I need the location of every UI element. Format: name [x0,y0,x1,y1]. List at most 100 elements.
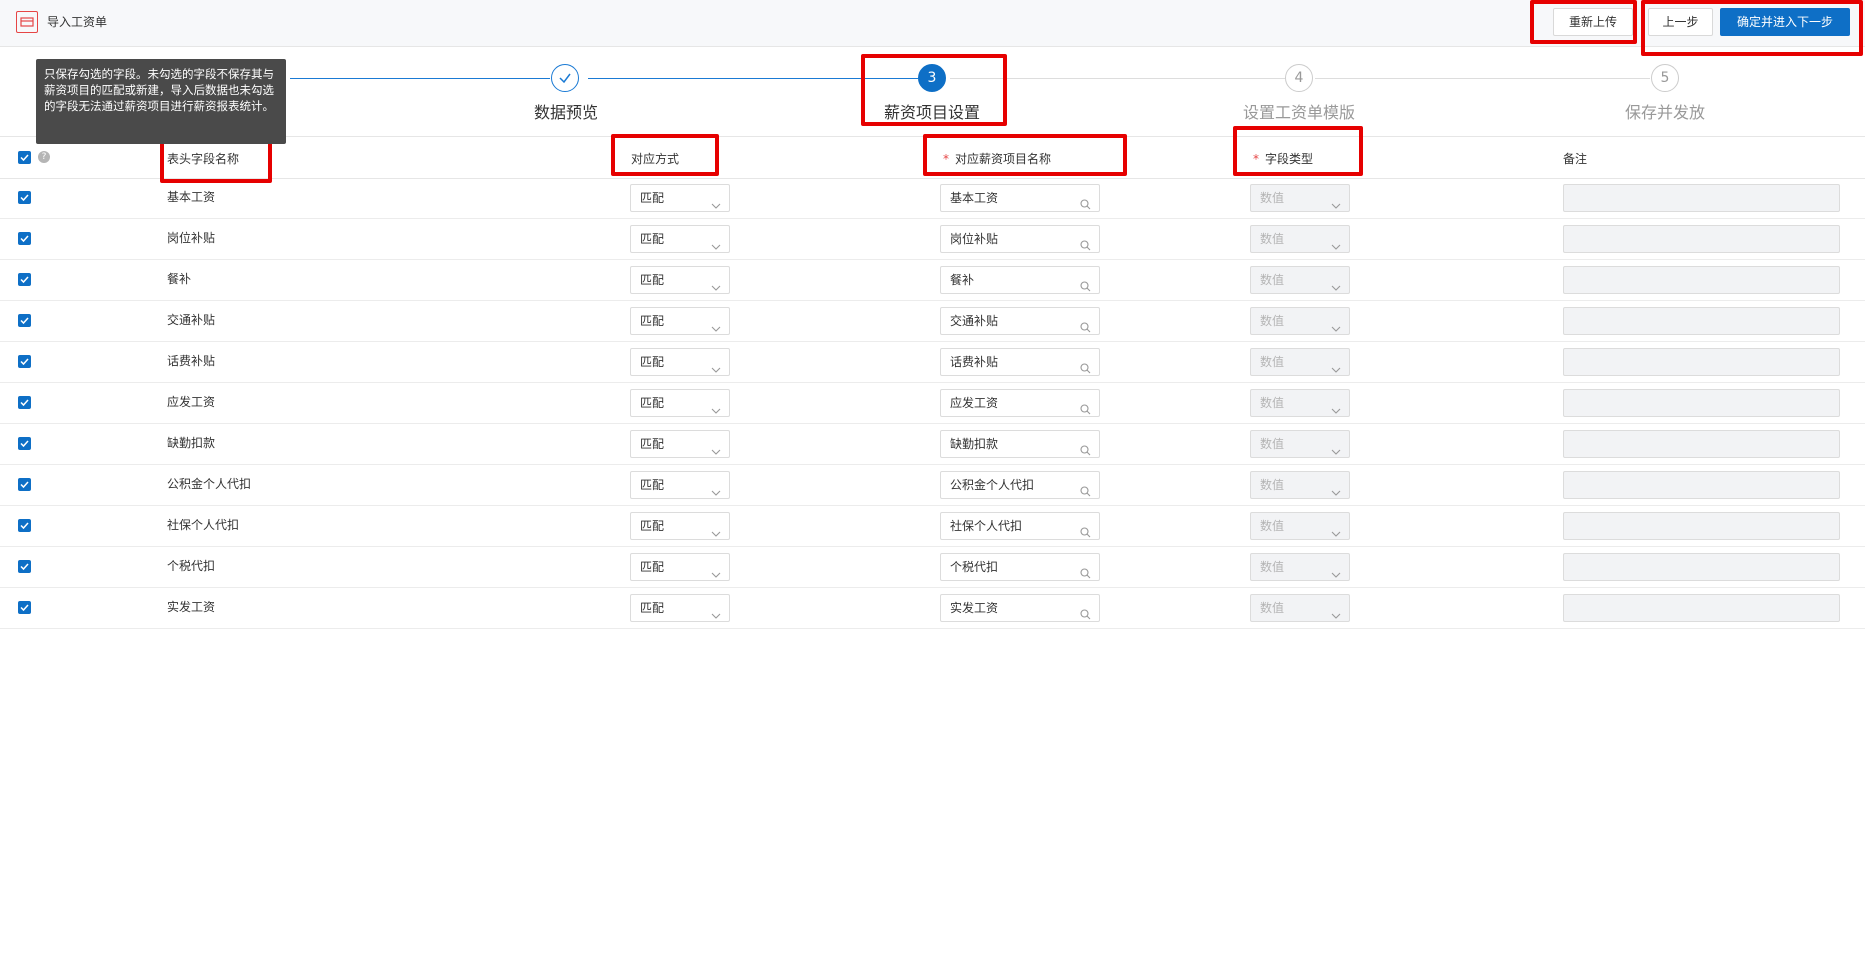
mapping-select-value: 匹配 [640,191,665,205]
salary-item-search-input[interactable]: 基本工资 [940,184,1100,212]
mapping-select[interactable]: 匹配 [630,512,730,540]
remark-input[interactable] [1563,266,1840,294]
chevron-down-icon [1331,481,1341,507]
field-type-select: 数值 [1250,594,1350,622]
step-line-4 [1315,78,1650,79]
salary-item-search-input[interactable]: 岗位补贴 [940,225,1100,253]
remark-input[interactable] [1563,553,1840,581]
step-line-2 [588,78,918,79]
mapping-select-value: 匹配 [640,478,665,492]
step-2-done-icon [551,64,579,92]
field-type-select: 数值 [1250,225,1350,253]
column-header-field-type: * 字段类型 [1253,152,1314,166]
mapping-select[interactable]: 匹配 [630,389,730,417]
search-icon [1080,316,1091,342]
row-checkbox[interactable] [18,478,31,491]
mapping-select[interactable]: 匹配 [630,348,730,376]
help-tooltip: 只保存勾选的字段。未勾选的字段不保存其与薪资项目的匹配或新建，导入后数据也未勾选… [36,59,286,144]
row-checkbox[interactable] [18,314,31,327]
mapping-select-value: 匹配 [640,396,665,410]
remark-input[interactable] [1563,594,1840,622]
column-header-field-name: 表头字段名称 [167,152,240,166]
field-type-value: 数值 [1260,478,1285,492]
field-name-cell: 话费补贴 [167,354,216,368]
chevron-down-icon [1331,440,1341,466]
chevron-down-icon [1331,194,1341,220]
chevron-down-icon [1331,604,1341,630]
salary-item-search-input[interactable]: 公积金个人代扣 [940,471,1100,499]
mapping-select[interactable]: 匹配 [630,553,730,581]
remark-input[interactable] [1563,307,1840,335]
step-3-number: 3 [918,64,946,92]
remark-input[interactable] [1563,430,1840,458]
mapping-select[interactable]: 匹配 [630,225,730,253]
step-line-1 [290,78,550,79]
row-checkbox[interactable] [18,232,31,245]
prev-step-button[interactable]: 上一步 [1648,8,1713,36]
field-type-value: 数值 [1260,191,1285,205]
chevron-down-icon [711,604,721,630]
field-type-value: 数值 [1260,396,1285,410]
salary-item-search-input[interactable]: 交通补贴 [940,307,1100,335]
mapping-select-value: 匹配 [640,437,665,451]
row-checkbox[interactable] [18,601,31,614]
row-checkbox[interactable] [18,273,31,286]
chevron-down-icon [711,276,721,302]
row-checkbox[interactable] [18,396,31,409]
field-type-select: 数值 [1250,471,1350,499]
search-icon [1080,603,1091,629]
field-type-select: 数值 [1250,512,1350,540]
mapping-select[interactable]: 匹配 [630,307,730,335]
remark-input[interactable] [1563,225,1840,253]
mapping-select[interactable]: 匹配 [630,471,730,499]
required-asterisk-icon: * [943,152,949,166]
mapping-select-value: 匹配 [640,560,665,574]
salary-item-search-input[interactable]: 缺勤扣款 [940,430,1100,458]
remark-input[interactable] [1563,184,1840,212]
salary-item-value: 个税代扣 [950,560,999,574]
salary-item-value: 餐补 [950,273,975,287]
chevron-down-icon [711,563,721,589]
mapping-select-value: 匹配 [640,273,665,287]
table-row: 应发工资 匹配 应发工资 数值 [0,382,1865,424]
search-icon [1080,193,1091,219]
row-checkbox[interactable] [18,191,31,204]
select-all-checkbox[interactable] [18,151,31,164]
salary-item-value: 公积金个人代扣 [950,478,1035,492]
salary-item-search-input[interactable]: 餐补 [940,266,1100,294]
row-checkbox[interactable] [18,519,31,532]
salary-item-search-input[interactable]: 实发工资 [940,594,1100,622]
chevron-down-icon [711,481,721,507]
field-name-cell: 社保个人代扣 [167,518,240,532]
salary-item-value: 基本工资 [950,191,999,205]
salary-item-search-input[interactable]: 应发工资 [940,389,1100,417]
step-label-payslip-template: 设置工资单模版 [1242,103,1355,122]
chevron-down-icon [1331,563,1341,589]
help-icon[interactable]: ? [38,151,50,163]
mapping-select[interactable]: 匹配 [630,430,730,458]
search-icon [1080,562,1091,588]
row-checkbox[interactable] [18,355,31,368]
salary-item-search-input[interactable]: 社保个人代扣 [940,512,1100,540]
salary-item-value: 社保个人代扣 [950,519,1023,533]
field-type-select: 数值 [1250,348,1350,376]
reupload-button[interactable]: 重新上传 [1553,8,1633,36]
row-checkbox[interactable] [18,560,31,573]
chevron-down-icon [711,235,721,261]
mapping-select-value: 匹配 [640,519,665,533]
remark-input[interactable] [1563,471,1840,499]
mapping-select[interactable]: 匹配 [630,266,730,294]
remark-input[interactable] [1563,348,1840,376]
salary-item-value: 岗位补贴 [950,232,999,246]
remark-input[interactable] [1563,512,1840,540]
row-checkbox[interactable] [18,437,31,450]
mapping-select[interactable]: 匹配 [630,594,730,622]
field-name-cell: 公积金个人代扣 [167,477,252,491]
confirm-next-step-button[interactable]: 确定并进入下一步 [1720,8,1850,36]
remark-input[interactable] [1563,389,1840,417]
mapping-select[interactable]: 匹配 [630,184,730,212]
salary-item-search-input[interactable]: 个税代扣 [940,553,1100,581]
salary-item-search-input[interactable]: 话费补贴 [940,348,1100,376]
field-type-select: 数值 [1250,553,1350,581]
mapping-select-value: 匹配 [640,314,665,328]
